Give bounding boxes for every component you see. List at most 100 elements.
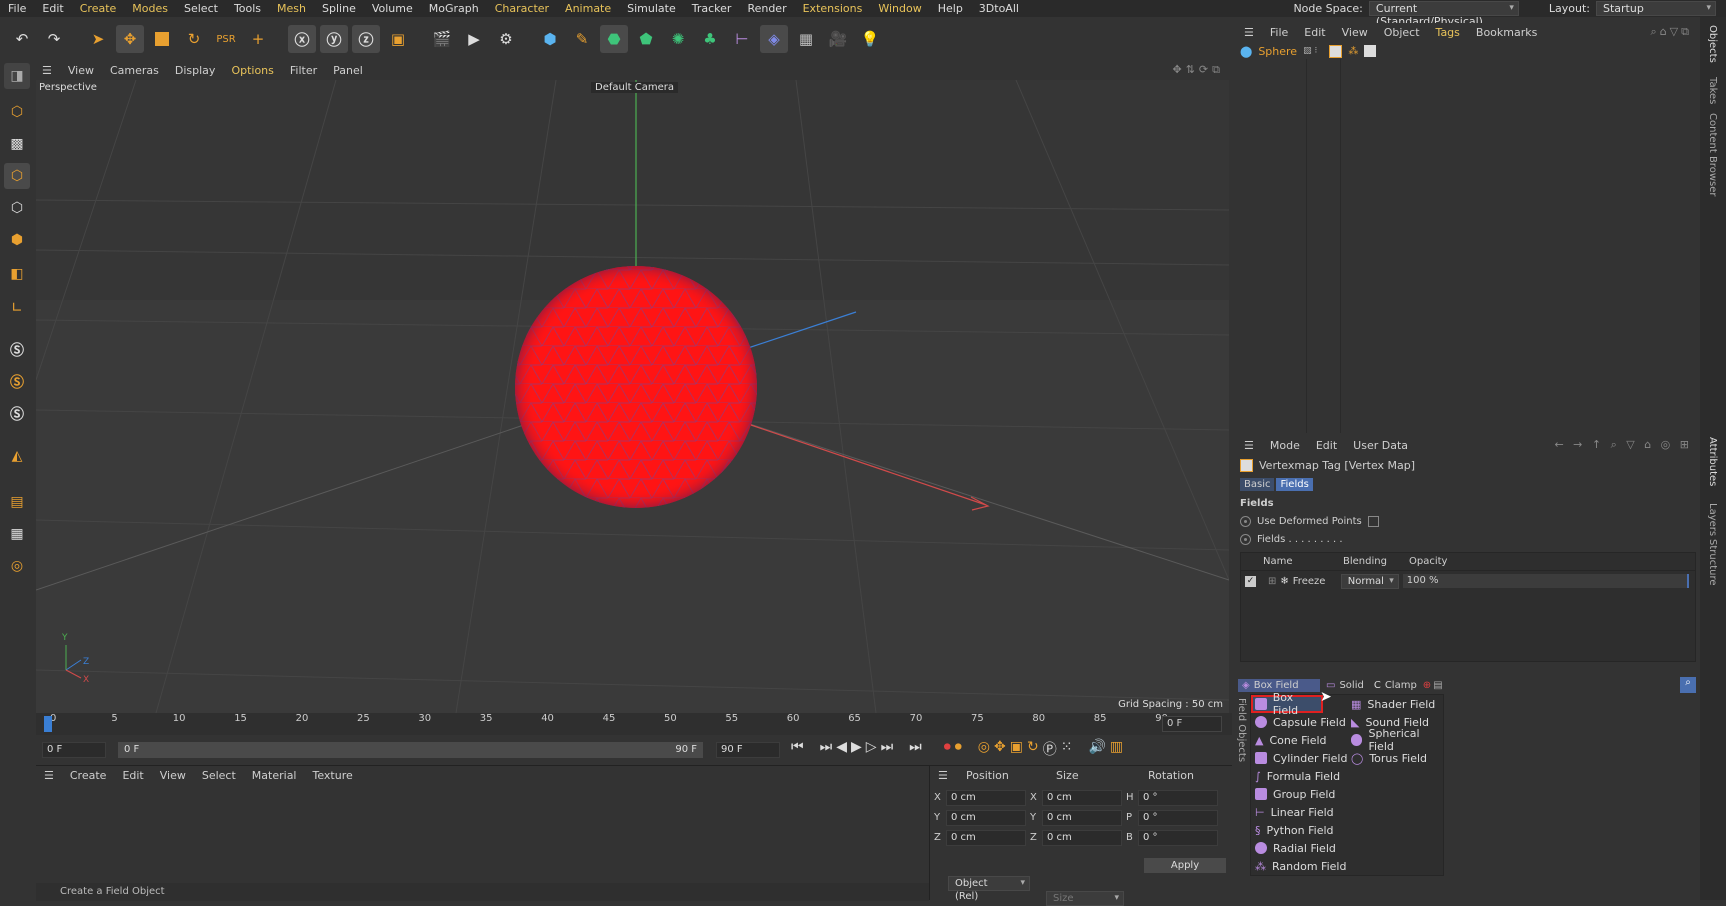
- menu-animate[interactable]: Animate: [557, 2, 619, 15]
- field-menu-item-cylinder[interactable]: Cylinder Field: [1251, 749, 1351, 767]
- objmgr-menu-bookmarks[interactable]: Bookmarks: [1468, 26, 1545, 39]
- render-view-icon[interactable]: ▶: [460, 25, 488, 53]
- play-icon[interactable]: ▶: [851, 739, 862, 759]
- current-frame-field[interactable]: 0 F: [1162, 716, 1222, 732]
- pen-icon[interactable]: ✎: [568, 25, 596, 53]
- auto-key-icon[interactable]: ⏺: [955, 739, 962, 759]
- search-icon[interactable]: ⌕: [1680, 677, 1696, 693]
- menu-help[interactable]: Help: [930, 2, 971, 15]
- menu-tools[interactable]: Tools: [226, 2, 269, 15]
- motion-icon[interactable]: ▥: [1110, 739, 1123, 759]
- objmgr-menu-object[interactable]: Object: [1376, 26, 1428, 39]
- range-slider[interactable]: 0 F 90 F: [118, 742, 703, 758]
- field-row-freeze[interactable]: ✓ ⊞ ❄ Freeze Normal 100 %: [1241, 571, 1695, 591]
- objmgr-menu-view[interactable]: View: [1334, 26, 1376, 39]
- coordinate-system-icon[interactable]: ▣: [384, 25, 412, 53]
- layout-dropdown[interactable]: Startup: [1596, 1, 1716, 16]
- size-mode-dropdown[interactable]: Size: [1046, 891, 1124, 906]
- light-icon[interactable]: 💡: [856, 25, 884, 53]
- attr-nav-icons[interactable]: ← → ↑ ⌕ ▽ ⌂ ◎ ⊞: [1546, 438, 1700, 452]
- next-frame-icon[interactable]: ▷: [866, 739, 877, 759]
- menu-simulate[interactable]: Simulate: [619, 2, 684, 15]
- use-deformed-checkbox[interactable]: [1367, 516, 1379, 527]
- prev-frame-icon[interactable]: ◀: [836, 739, 847, 759]
- tab-objects[interactable]: Objects: [1707, 25, 1718, 63]
- tab-layers[interactable]: Layers: [1707, 503, 1718, 536]
- menu-mesh[interactable]: Mesh: [269, 2, 314, 15]
- tag-icon[interactable]: ⁂: [1348, 46, 1358, 57]
- menu-character[interactable]: Character: [487, 2, 557, 15]
- timeline-ruler[interactable]: 051015202530354045505560657075808590 0 F: [36, 713, 1232, 735]
- field-menu-item-shader[interactable]: ▦ Shader Field: [1351, 695, 1445, 713]
- viewport-nav-icons[interactable]: ✥⇅⟳⧉: [1164, 63, 1232, 77]
- menu-3dtoall[interactable]: 3DtoAll: [971, 2, 1027, 15]
- size-x-field[interactable]: 0 cm: [1042, 790, 1122, 806]
- field-menu-item-python[interactable]: § Python Field: [1251, 821, 1351, 839]
- field-menu-item-radial[interactable]: Radial Field: [1251, 839, 1351, 857]
- make-editable-icon[interactable]: ◨: [4, 63, 30, 89]
- visibility-icon[interactable]: ▨ ⁝: [1303, 46, 1317, 56]
- texture-mode-icon[interactable]: ▩: [4, 131, 30, 157]
- menu-extensions[interactable]: Extensions: [795, 2, 871, 15]
- field-name[interactable]: Freeze: [1293, 576, 1337, 587]
- menu-modes[interactable]: Modes: [124, 2, 176, 15]
- x-axis-icon[interactable]: ⓧ: [288, 25, 316, 53]
- prev-key-icon[interactable]: ⏭: [820, 739, 833, 759]
- z-axis-icon[interactable]: ⓩ: [352, 25, 380, 53]
- psr-tool-icon[interactable]: PSR: [212, 25, 240, 53]
- render-settings-icon[interactable]: ⚙: [492, 25, 520, 53]
- objmgr-menu-edit[interactable]: Edit: [1296, 26, 1333, 39]
- render-region-icon[interactable]: 🎬: [428, 25, 456, 53]
- field-menu-item-random[interactable]: ⁂ Random Field: [1251, 857, 1351, 875]
- key-selection-icon[interactable]: ◎: [978, 739, 990, 759]
- tab-basic[interactable]: Basic: [1240, 478, 1275, 491]
- hamburger-icon[interactable]: ☰: [34, 64, 60, 77]
- menu-volume[interactable]: Volume: [364, 2, 421, 15]
- menu-select[interactable]: Select: [176, 2, 226, 15]
- snap-enable-icon[interactable]: Ⓢ: [4, 369, 30, 395]
- material-menu-edit[interactable]: Edit: [114, 769, 151, 782]
- tab-attributes[interactable]: Attributes: [1707, 437, 1718, 486]
- field-menu-item-linear[interactable]: ⊢ Linear Field: [1251, 803, 1351, 821]
- y-axis-icon[interactable]: ⓨ: [320, 25, 348, 53]
- menu-spline[interactable]: Spline: [314, 2, 364, 15]
- deformer-icon[interactable]: ⊢: [728, 25, 756, 53]
- menu-edit[interactable]: Edit: [34, 2, 71, 15]
- extrude-icon[interactable]: ⬟: [632, 25, 660, 53]
- key-position-icon[interactable]: ✥: [994, 739, 1006, 759]
- record-icon[interactable]: ⏺: [944, 739, 951, 759]
- clamp-button[interactable]: C Clamp: [1370, 679, 1421, 692]
- position-x-field[interactable]: 0 cm: [946, 790, 1026, 806]
- redo-icon[interactable]: ↷: [40, 25, 68, 53]
- objmgr-menu-tags[interactable]: Tags: [1428, 26, 1468, 39]
- coord-mode-dropdown[interactable]: Object (Rel): [948, 876, 1030, 902]
- hamburger-icon[interactable]: ☰: [36, 769, 62, 782]
- key-param-icon[interactable]: Ⓟ: [1043, 739, 1057, 759]
- viewport-menu-panel[interactable]: Panel: [325, 64, 371, 77]
- material-menu-select[interactable]: Select: [194, 769, 244, 782]
- snap-icon[interactable]: Ⓢ: [4, 337, 30, 363]
- axis-mode-icon[interactable]: ∟: [4, 295, 30, 321]
- camera-label[interactable]: Default Camera: [591, 82, 678, 93]
- cube-icon[interactable]: ⬢: [536, 25, 564, 53]
- goto-start-icon[interactable]: ⏮: [791, 739, 804, 759]
- start-frame-field[interactable]: 0 F: [42, 742, 106, 758]
- blending-dropdown[interactable]: Normal: [1340, 573, 1399, 589]
- sound-icon[interactable]: 🔊: [1088, 739, 1105, 759]
- size-z-field[interactable]: 0 cm: [1042, 830, 1122, 846]
- field-menu-item-group[interactable]: Group Field: [1251, 785, 1351, 803]
- edges-mode-icon[interactable]: ⬡: [4, 195, 30, 221]
- grid-icon[interactable]: ▤: [4, 489, 30, 515]
- camera-icon[interactable]: 🎥: [824, 25, 852, 53]
- viewport[interactable]: Y Z X Perspective Default Camera Grid Sp…: [36, 80, 1229, 713]
- undo-icon[interactable]: ↶: [8, 25, 36, 53]
- fields-list[interactable]: Name Blending Opacity ✓ ⊞ ❄ Freeze Norma…: [1240, 552, 1696, 662]
- field-menu-item-cone[interactable]: ▲ Cone Field: [1251, 731, 1351, 749]
- model-mode-icon[interactable]: ⬡: [4, 99, 30, 125]
- folder-icon[interactable]: ▤: [1433, 680, 1442, 691]
- polygons-mode-icon[interactable]: ⬢: [4, 227, 30, 253]
- field-enabled-checkbox[interactable]: ✓: [1245, 575, 1256, 587]
- attr-menu-userdata[interactable]: User Data: [1345, 439, 1416, 452]
- field-menu-item-spherical[interactable]: Spherical Field: [1351, 727, 1445, 753]
- attr-menu-mode[interactable]: Mode: [1262, 439, 1308, 452]
